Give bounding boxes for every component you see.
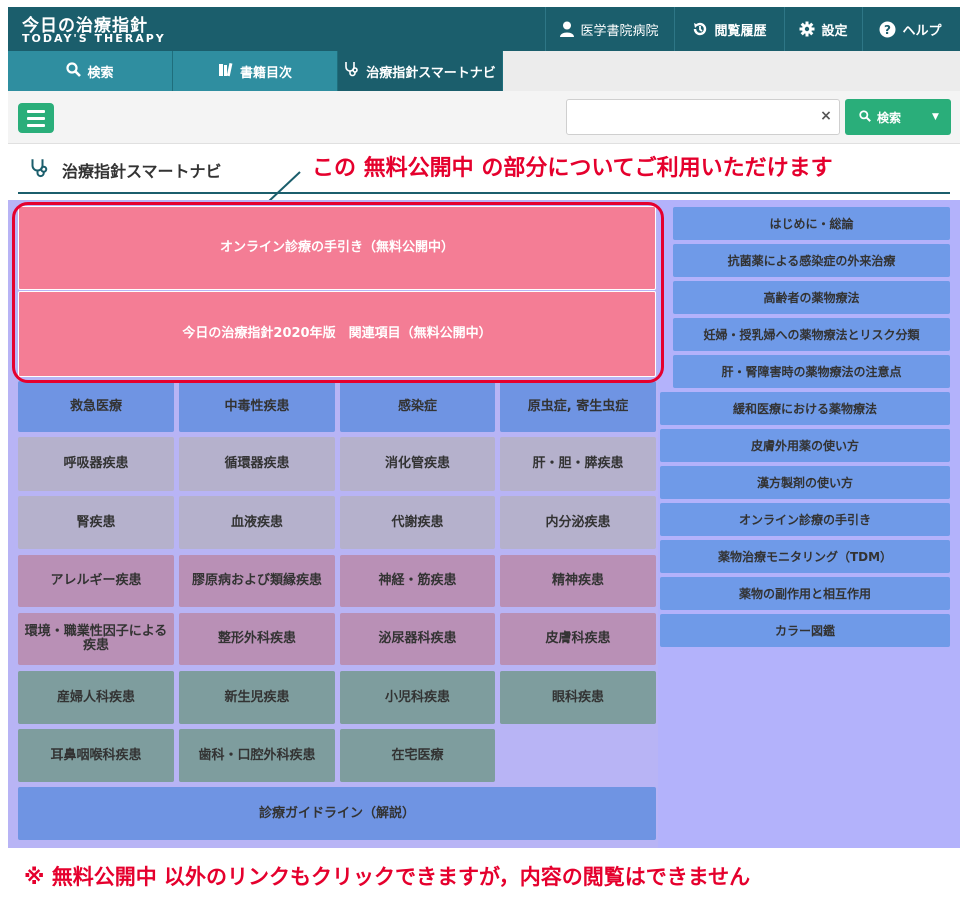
category-cell[interactable]: 循環器疾患 — [179, 437, 335, 491]
topic-link[interactable]: 漢方製剤の使い方 — [660, 466, 950, 499]
category-cell[interactable]: 耳鼻咽喉科疾患 — [18, 729, 174, 782]
category-cell[interactable]: 新生児疾患 — [179, 671, 335, 724]
app-subtitle: TODAY'S THERAPY — [22, 32, 166, 45]
page-title-text: 治療指針スマートナビ — [62, 162, 222, 181]
category-cell[interactable]: 感染症 — [340, 381, 495, 432]
category-cell[interactable]: 中毒性疾患 — [179, 381, 335, 432]
category-cell[interactable]: 救急医療 — [18, 381, 174, 432]
category-cell[interactable]: アレルギー疾患 — [18, 555, 174, 607]
help-icon: ? — [879, 21, 896, 38]
hamburger-icon-bar — [27, 123, 45, 127]
category-cell[interactable]: 精神疾患 — [500, 555, 656, 607]
annotation-callout: この 無料公開中 の部分についてご利用いただけます — [312, 156, 833, 181]
tab-search-label: 検索 — [87, 65, 114, 81]
search-icon — [859, 109, 871, 125]
category-cell[interactable]: 膠原病および類縁疾患 — [179, 555, 335, 607]
category-cell[interactable]: 血液疾患 — [179, 496, 335, 549]
category-cell[interactable]: 在宅医療 — [340, 729, 495, 782]
topic-link[interactable]: 抗菌薬による感染症の外来治療 — [673, 244, 950, 277]
search-input[interactable] — [566, 99, 840, 135]
settings-label: 設定 — [821, 23, 848, 39]
clear-icon[interactable]: × — [818, 108, 834, 126]
history-icon — [692, 21, 708, 37]
hamburger-icon-bar — [27, 116, 45, 120]
settings-button[interactable]: 設定 — [784, 7, 862, 51]
topic-link[interactable]: 薬物治療モニタリング（TDM） — [660, 540, 950, 573]
category-cell[interactable]: 泌尿器科疾患 — [340, 613, 495, 665]
stethoscope-icon — [30, 158, 50, 182]
topic-link[interactable]: 肝・腎障害時の薬物療法の注意点 — [673, 355, 950, 388]
search-button-label: 検索 — [877, 110, 902, 125]
tab-smart-navi[interactable]: 治療指針スマートナビ — [338, 51, 503, 91]
book-icon — [218, 62, 234, 81]
stethoscope-icon — [344, 61, 360, 81]
category-cell[interactable]: 消化管疾患 — [340, 437, 495, 491]
category-cell[interactable]: 産婦人科疾患 — [18, 671, 174, 724]
category-cell[interactable]: 歯科・口腔外科疾患 — [179, 729, 335, 782]
category-cell[interactable]: 代謝疾患 — [340, 496, 495, 549]
topic-link[interactable]: 皮膚外用薬の使い方 — [660, 429, 950, 462]
category-cell[interactable]: 皮膚科疾患 — [500, 613, 656, 665]
topic-link[interactable]: 緩和医療における薬物療法 — [660, 392, 950, 425]
tab-bar-empty — [503, 51, 960, 91]
category-cell[interactable]: 環境・職業性因子による疾患 — [18, 613, 174, 665]
guideline-link[interactable]: 診療ガイドライン（解説） — [18, 787, 656, 840]
category-cell[interactable]: 原虫症, 寄生虫症 — [500, 381, 656, 432]
tab-search[interactable]: 検索 — [8, 51, 173, 91]
tab-smart-navi-label: 治療指針スマートナビ — [366, 65, 496, 81]
history-button[interactable]: 閲覧履歴 — [674, 7, 784, 51]
topic-link[interactable]: 薬物の副作用と相互作用 — [660, 577, 950, 610]
chevron-down-icon[interactable]: ▼ — [932, 112, 939, 122]
topic-link[interactable]: 妊婦・授乳婦への薬物療法とリスク分類 — [673, 318, 950, 351]
menu-button[interactable] — [18, 103, 54, 133]
category-cell[interactable]: 呼吸器疾患 — [18, 437, 174, 491]
search-icon — [66, 61, 82, 81]
hamburger-icon-bar — [27, 109, 45, 113]
category-cell[interactable]: 内分泌疾患 — [500, 496, 656, 549]
topic-link[interactable]: 高齢者の薬物療法 — [673, 281, 950, 314]
category-cell[interactable]: 眼科疾患 — [500, 671, 656, 724]
title-divider — [18, 192, 950, 194]
category-cell[interactable]: 小児科疾患 — [340, 671, 495, 724]
user-icon — [560, 21, 575, 37]
free-area-highlight — [12, 202, 664, 383]
category-cell[interactable]: 腎疾患 — [18, 496, 174, 549]
history-label: 閲覧履歴 — [714, 23, 767, 39]
category-cell[interactable]: 肝・胆・膵疾患 — [500, 437, 656, 491]
topic-link[interactable]: はじめに・総論 — [673, 207, 950, 240]
footnote-annotation: ※ 無料公開中 以外のリンクもクリックできますが，内容の閲覧はできません — [24, 865, 751, 889]
tab-toc-label: 書籍目次 — [239, 65, 292, 81]
user-menu[interactable]: 医学書院病院 — [545, 7, 673, 51]
svg-text:?: ? — [885, 23, 892, 37]
help-button[interactable]: ? ヘルプ — [862, 7, 958, 51]
user-label: 医学書院病院 — [580, 23, 659, 39]
category-cell[interactable]: 整形外科疾患 — [179, 613, 335, 665]
category-cell[interactable]: 神経・筋疾患 — [340, 555, 495, 607]
topic-link[interactable]: カラー図鑑 — [660, 614, 950, 647]
help-label: ヘルプ — [902, 23, 942, 39]
topic-link[interactable]: オンライン診療の手引き — [660, 503, 950, 536]
gear-icon — [799, 21, 815, 37]
page-title: 治療指針スマートナビ — [30, 158, 222, 182]
tab-toc[interactable]: 書籍目次 — [173, 51, 338, 91]
